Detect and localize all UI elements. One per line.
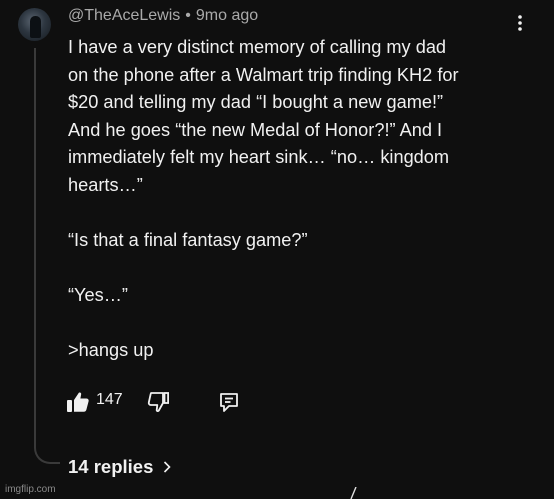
more-options-button[interactable]: [509, 12, 531, 34]
comment-blank-line: [68, 309, 538, 337]
cursor-fragment: [350, 487, 357, 499]
like-count: 147: [96, 391, 123, 408]
thumbs-up-filled-icon: [67, 392, 89, 412]
like-button[interactable]: [66, 391, 90, 413]
comment-line: “Yes…”: [68, 284, 128, 305]
comment-header: @TheAceLewis • 9mo ago: [68, 7, 258, 25]
thread-curve: [34, 432, 60, 464]
comment-line: immediately felt my heart sink… “no… kin…: [68, 147, 450, 167]
comment-line: I have a very distinct memory of calling…: [68, 37, 447, 57]
comment-body: I have a very distinct memory of calling…: [68, 34, 538, 364]
comment-line: on the phone after a Walmart trip findin…: [68, 64, 459, 85]
avatar-figure: [30, 16, 41, 38]
thumbs-down-outline-icon: [147, 392, 169, 412]
header-separator: •: [185, 7, 191, 24]
comment-blank-line: [68, 199, 538, 227]
comment-line: And he goes “the new Medal of Honor?!” A…: [68, 119, 443, 140]
replies-label: 14 replies: [68, 456, 154, 477]
view-replies-button[interactable]: 14 replies: [68, 456, 173, 478]
comment-line: $20 and telling my dad “I bought a new g…: [68, 92, 444, 112]
comment-line: >hangs up: [68, 339, 154, 360]
thread-line: [34, 48, 36, 438]
watermark: imgflip.com: [5, 484, 56, 495]
reply-button[interactable]: [218, 391, 240, 413]
comment-timestamp[interactable]: 9mo ago: [196, 7, 258, 24]
dislike-button[interactable]: [146, 391, 170, 413]
comment-blank-line: [68, 254, 538, 282]
avatar[interactable]: [18, 8, 51, 41]
more-vertical-icon: [518, 15, 522, 31]
author-name[interactable]: @TheAceLewis: [68, 7, 180, 24]
comment-line: “Is that a final fantasy game?”: [68, 229, 308, 250]
chevron-right-icon: [164, 461, 172, 473]
reply-comment-icon: [220, 393, 238, 412]
comment-line: hearts…”: [68, 174, 143, 195]
